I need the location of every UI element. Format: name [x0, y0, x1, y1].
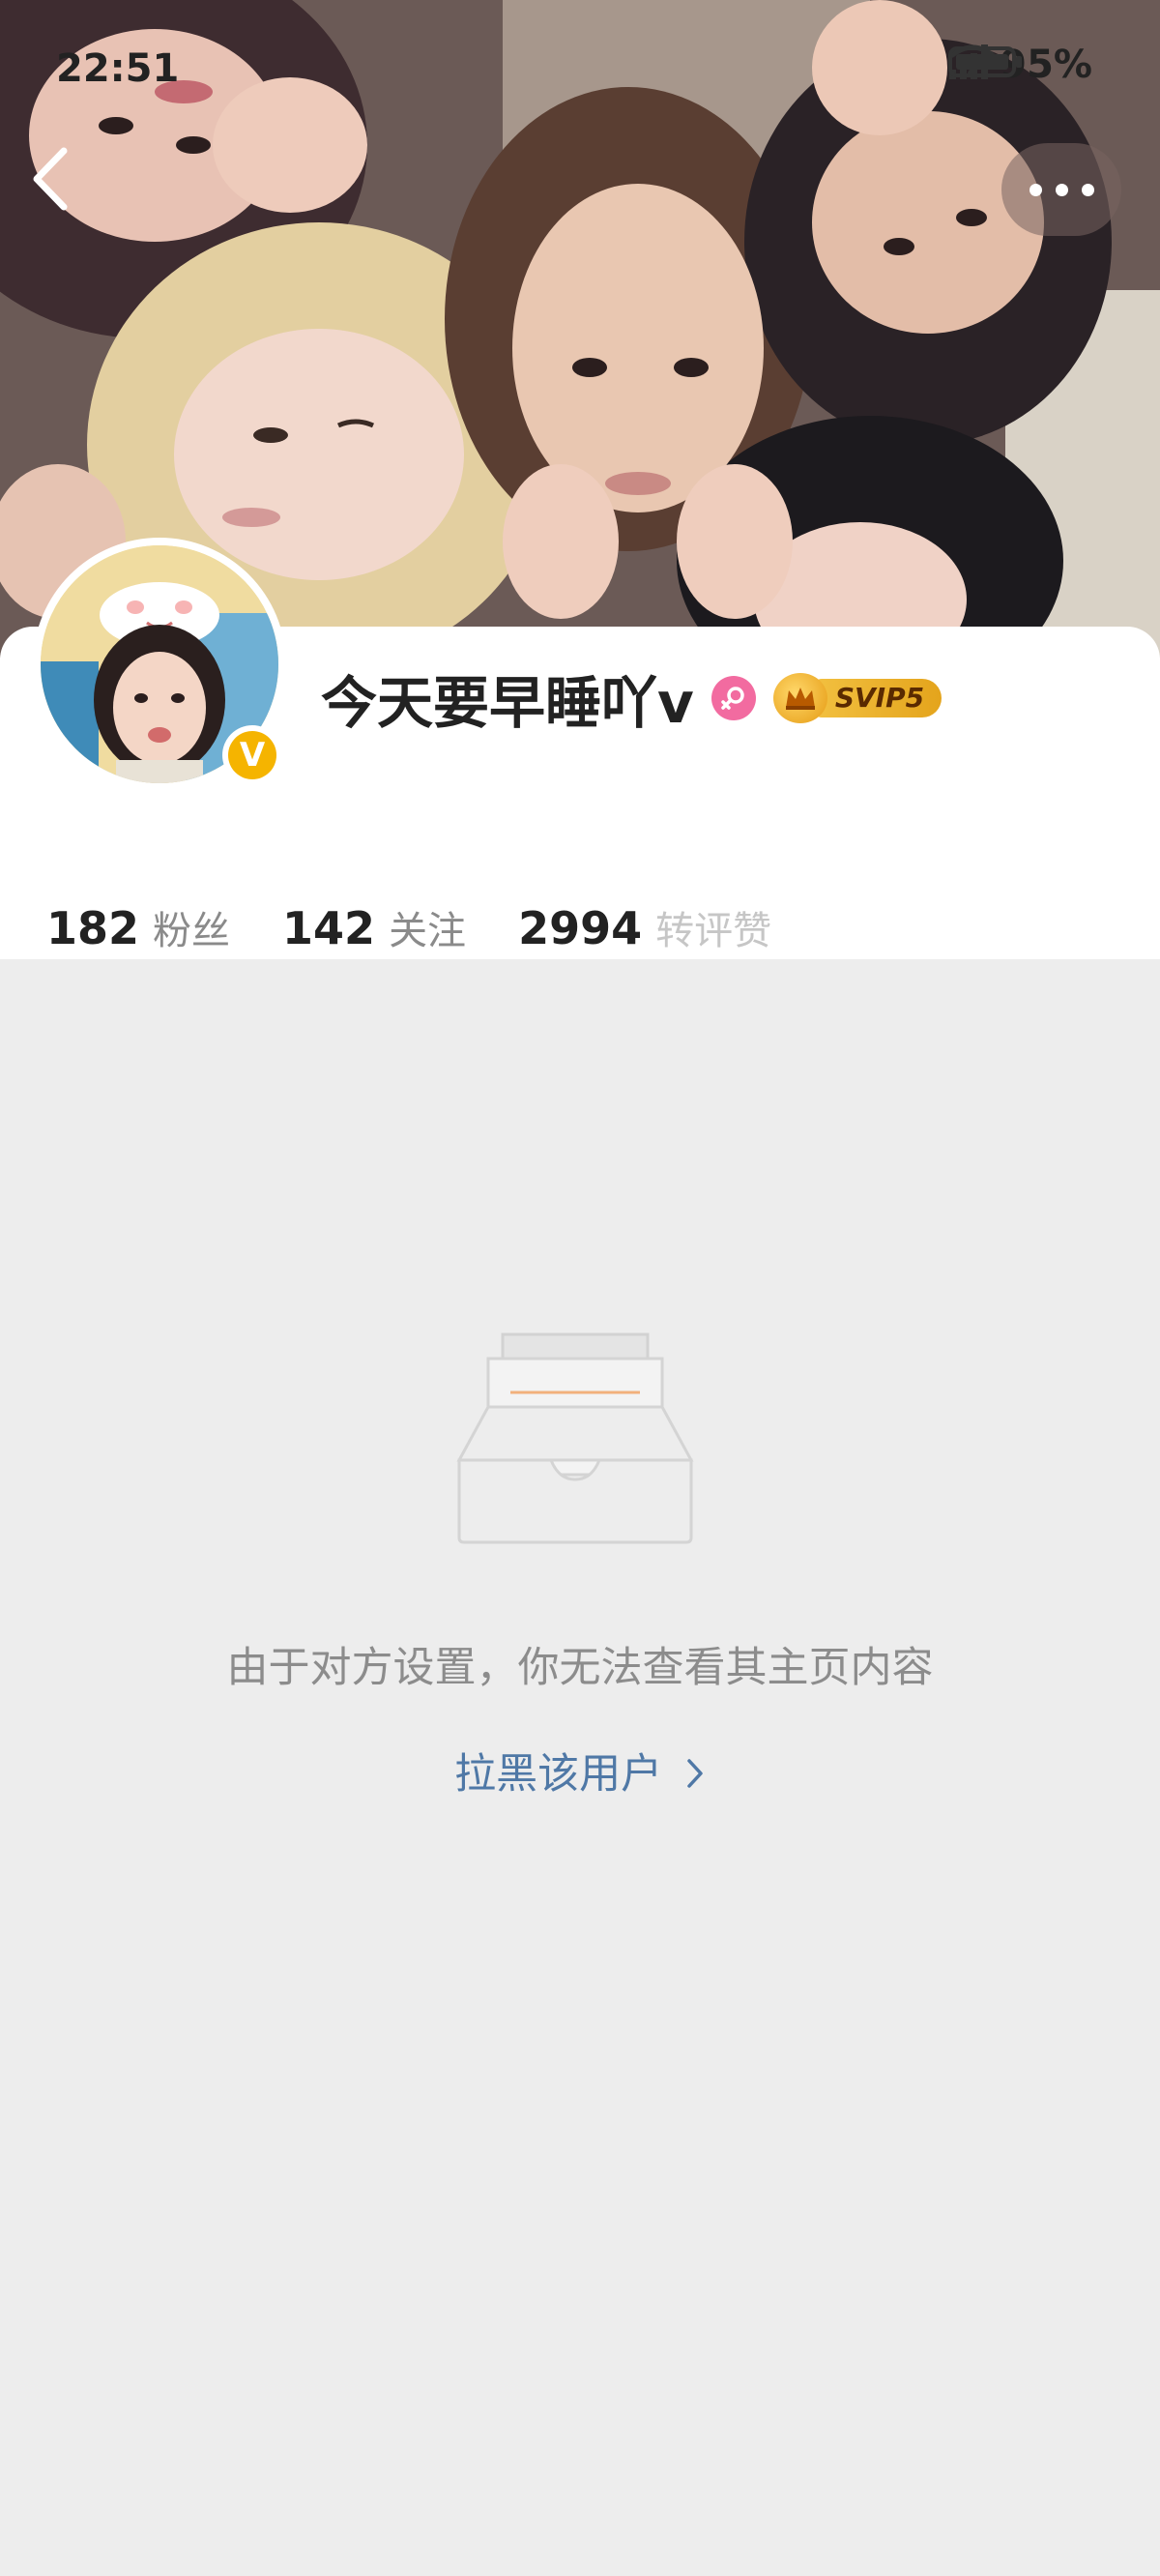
- status-bar: 22:51 95%: [0, 0, 1160, 145]
- stat-following-count: 142: [282, 902, 376, 954]
- status-time: 22:51: [56, 46, 180, 91]
- profile-page: 22:51 95% V 今天要早睡吖v SVIP5 182 粉丝 142 关注 …: [0, 0, 1160, 2576]
- verified-badge: V: [222, 725, 282, 785]
- empty-state-message: 由于对方设置，你无法查看其主页内容: [226, 1644, 934, 1692]
- more-horizontal-icon: [1029, 183, 1042, 196]
- stat-following-label: 关注: [389, 909, 467, 953]
- username: 今天要早睡吖v: [321, 670, 694, 736]
- female-icon: [710, 676, 756, 720]
- stat-followers-label: 粉丝: [153, 909, 231, 953]
- more-button[interactable]: [1001, 143, 1121, 236]
- crown-icon: [772, 673, 827, 723]
- username-row: 今天要早睡吖v SVIP5: [321, 659, 942, 737]
- stat-following[interactable]: 142 关注: [282, 899, 466, 955]
- status-icons: 95%: [947, 43, 1092, 87]
- svip-badge[interactable]: SVIP5: [772, 673, 942, 723]
- block-user-link[interactable]: 拉黑该用户: [0, 1741, 1160, 1800]
- stat-followers[interactable]: 182 粉丝: [46, 899, 230, 955]
- stat-interactions[interactable]: 2994 转评赞: [518, 899, 771, 955]
- stat-interactions-label: 转评赞: [655, 909, 772, 953]
- chevron-left-icon: [33, 147, 68, 211]
- stat-followers-count: 182: [46, 902, 140, 954]
- stats-row: 182 粉丝 142 关注 2994 转评赞: [46, 899, 824, 955]
- block-user-label: 拉黑该用户: [454, 1750, 663, 1799]
- empty-inbox-icon: [454, 1325, 706, 1547]
- stat-interactions-count: 2994: [518, 902, 643, 954]
- chevron-right-icon: [672, 1753, 706, 1798]
- back-button[interactable]: [29, 145, 106, 232]
